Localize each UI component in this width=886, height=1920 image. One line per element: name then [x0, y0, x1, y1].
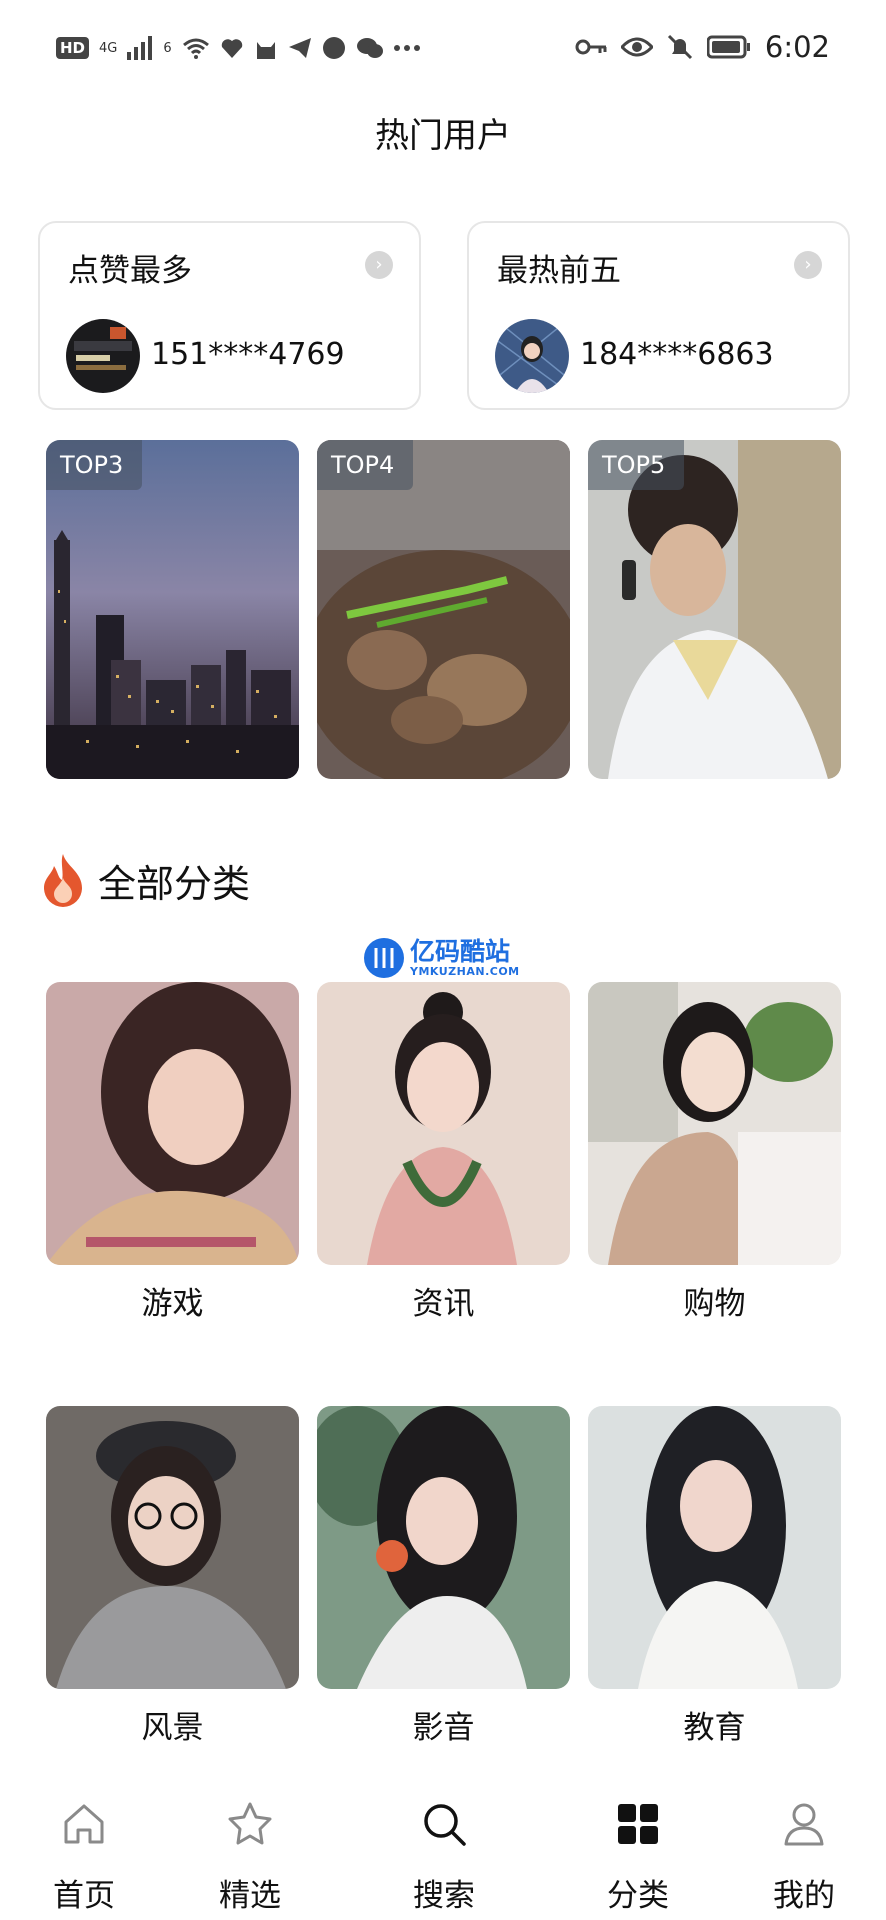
- nav-featured[interactable]: 精选: [180, 1770, 320, 1920]
- category-tile-media[interactable]: [317, 1406, 570, 1689]
- category-photo: [588, 1406, 841, 1689]
- fire-icon: [44, 854, 82, 907]
- bottom-nav: 首页 精选 搜索 分类 我的: [0, 1770, 886, 1920]
- eye-icon: [620, 37, 653, 57]
- cat-app-icon: [256, 42, 275, 59]
- rank-badge: TOP5: [588, 440, 684, 490]
- wifi-icon: [182, 38, 209, 59]
- featured-card-top-five[interactable]: 最热前五 › 184****6863: [467, 221, 850, 410]
- home-icon: [64, 1804, 104, 1844]
- wechat-icon: [356, 38, 383, 58]
- clock-time: 6:02: [764, 30, 830, 64]
- top-tile-5[interactable]: TOP5: [588, 440, 841, 779]
- search-icon: [424, 1804, 466, 1846]
- page-title: 热门用户: [375, 116, 511, 156]
- featured-user-phone: 184****6863: [580, 337, 774, 372]
- browser-globe-icon: [322, 37, 345, 59]
- featured-card-most-liked[interactable]: 点赞最多 › 151****4769: [38, 221, 421, 410]
- man-on-phone-photo: [588, 440, 841, 779]
- key-icon: [575, 39, 607, 55]
- signal-icon: [127, 36, 153, 60]
- battery-icon: [706, 35, 750, 59]
- more-dots-icon: [393, 45, 420, 51]
- watermark-text-en: YMKUZHAN.COM: [410, 964, 520, 978]
- status-bar: HD 4G 6 6:02: [0, 0, 886, 100]
- nav-category[interactable]: 分类: [568, 1770, 708, 1920]
- rank-badge: TOP3: [46, 440, 142, 490]
- chevron-right-icon[interactable]: ›: [365, 251, 393, 279]
- watermark-icon: [364, 938, 404, 978]
- top-tile-4[interactable]: TOP4: [317, 440, 570, 779]
- category-photo: [317, 1406, 570, 1689]
- user-icon: [784, 1803, 824, 1846]
- chevron-right-icon[interactable]: ›: [794, 251, 822, 279]
- category-tile-scenery[interactable]: [46, 1406, 299, 1689]
- featured-card-title: 最热前五: [497, 253, 621, 289]
- grid-icon: [618, 1804, 658, 1844]
- category-photo: [588, 982, 841, 1265]
- category-photo: [317, 982, 570, 1265]
- avatar[interactable]: [495, 319, 569, 393]
- rank-badge: TOP4: [317, 440, 413, 490]
- watermark-logo: 亿码酷站 YMKUZHAN.COM: [364, 938, 520, 978]
- hd-badge: HD: [56, 37, 90, 59]
- category-photo: [46, 982, 299, 1265]
- telegram-icon: [288, 38, 311, 58]
- category-label[interactable]: 风景: [46, 1702, 299, 1747]
- city-night-photo: [46, 440, 299, 779]
- avatar[interactable]: [66, 319, 140, 393]
- nav-search[interactable]: 搜索: [374, 1770, 514, 1920]
- network-type: 4G: [99, 40, 118, 56]
- wifi-channel: 6: [163, 40, 172, 56]
- category-label[interactable]: 影音: [317, 1702, 570, 1747]
- category-label[interactable]: 购物: [588, 1278, 841, 1323]
- category-label[interactable]: 教育: [588, 1702, 841, 1747]
- nav-label: 分类: [607, 1878, 669, 1914]
- nav-label: 我的: [773, 1878, 835, 1914]
- watermark-text-cn: 亿码酷站: [410, 936, 511, 966]
- star-icon: [228, 1802, 272, 1845]
- featured-card-title: 点赞最多: [68, 253, 192, 289]
- category-label[interactable]: 游戏: [46, 1278, 299, 1323]
- category-photo: [46, 1406, 299, 1689]
- category-tile-games[interactable]: [46, 982, 299, 1265]
- nav-mine[interactable]: 我的: [734, 1770, 874, 1920]
- nav-home[interactable]: 首页: [14, 1770, 154, 1920]
- category-tile-shopping[interactable]: [588, 982, 841, 1265]
- category-tile-education[interactable]: [588, 1406, 841, 1689]
- featured-user-phone: 151****4769: [151, 337, 345, 372]
- nav-label: 精选: [219, 1878, 281, 1914]
- all-categories-header: 全部分类: [40, 852, 250, 908]
- nav-label: 首页: [53, 1878, 115, 1914]
- nav-label: 搜索: [413, 1878, 475, 1914]
- health-heart-icon: [221, 39, 242, 58]
- bell-muted-icon: [667, 34, 692, 60]
- section-title: 全部分类: [98, 861, 251, 906]
- top-tile-3[interactable]: TOP3: [46, 440, 299, 779]
- food-dish-photo: [317, 440, 570, 779]
- category-label[interactable]: 资讯: [317, 1278, 570, 1323]
- category-tile-news[interactable]: [317, 982, 570, 1265]
